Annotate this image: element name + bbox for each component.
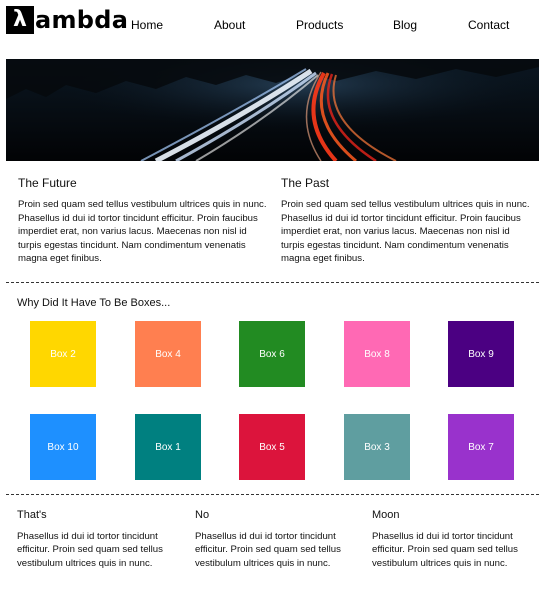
section-body: Proin sed quam sed tellus vestibulum ult… [18,199,267,265]
nav-home-link[interactable]: Home [131,18,163,32]
future-section: The Future Proin sed quam sed tellus ves… [18,176,268,266]
column-body: Phasellus id dui id tortor tincidunt eff… [17,531,163,569]
box-item: Box 3 [344,414,410,480]
highway-light-trails-image [6,59,539,161]
hero-image [6,59,539,161]
logo[interactable]: λ ambda [6,6,128,34]
boxes-title: Why Did It Have To Be Boxes... [17,297,171,309]
section-divider [6,494,539,495]
footer-column-thats: That's Phasellus id dui id tortor tincid… [17,509,177,570]
lambda-icon: λ [6,6,34,34]
section-title: The Future [18,176,77,190]
nav-about-link[interactable]: About [214,18,245,32]
column-title: That's [17,509,47,521]
column-title: Moon [372,509,400,521]
footer-column-no: No Phasellus id dui id tortor tincidunt … [195,509,355,570]
box-item: Box 5 [239,414,305,480]
section-title: The Past [281,176,330,190]
column-body: Phasellus id dui id tortor tincidunt eff… [195,531,341,569]
nav-products-link[interactable]: Products [296,18,343,32]
box-item: Box 2 [30,321,96,387]
site-header: λ ambda Home About Products Blog Contact [0,0,552,52]
footer-column-moon: Moon Phasellus id dui id tortor tincidun… [372,509,532,570]
column-title: No [195,509,210,521]
box-item: Box 6 [239,321,305,387]
box-item: Box 10 [30,414,96,480]
box-item: Box 7 [448,414,514,480]
column-body: Phasellus id dui id tortor tincidunt eff… [372,531,518,569]
box-item: Box 9 [448,321,514,387]
box-item: Box 1 [135,414,201,480]
section-divider [6,282,539,283]
section-body: Proin sed quam sed tellus vestibulum ult… [281,199,530,265]
box-item: Box 4 [135,321,201,387]
nav-blog-link[interactable]: Blog [393,18,417,32]
past-section: The Past Proin sed quam sed tellus vesti… [281,176,531,266]
nav-contact-link[interactable]: Contact [468,18,509,32]
box-item: Box 8 [344,321,410,387]
logo-text: ambda [35,6,129,34]
